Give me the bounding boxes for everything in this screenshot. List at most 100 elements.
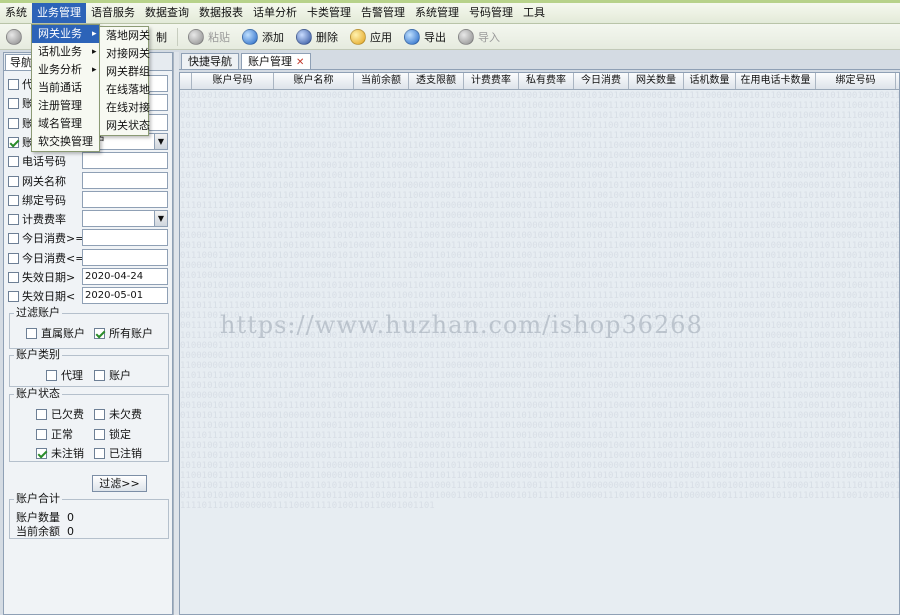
column-header[interactable]: 私有费率	[519, 73, 574, 89]
gateway-menu-item[interactable]: 在线对接	[100, 99, 150, 117]
locked-option[interactable]: 锁定	[94, 426, 131, 442]
all-account-checkbox[interactable]	[94, 327, 105, 339]
filter-row-input[interactable]	[82, 191, 168, 208]
cancelled-checkbox[interactable]	[94, 447, 105, 459]
gateway-menu-item[interactable]: 网关群组	[100, 63, 150, 81]
active-checkbox[interactable]	[36, 447, 47, 459]
column-header[interactable]: 绑定号码	[816, 73, 896, 89]
business-menu-item[interactable]: 域名管理	[32, 115, 99, 133]
menu-item-10[interactable]: 工具	[518, 3, 550, 23]
chevron-down-icon[interactable]: ▼	[154, 134, 167, 149]
filter-row-checkbox[interactable]	[8, 213, 19, 225]
menu-item-8[interactable]: 系统管理	[410, 3, 464, 23]
account-grid: 账户号码 账户名称 当前余额 透支限额 计费费率 私有费率 今日消费 网关数量 话机数量 在用电话…	[179, 72, 900, 615]
import-button[interactable]: 导入	[452, 26, 506, 48]
filter-row-checkbox[interactable]	[8, 97, 19, 109]
current-balance-value: 0	[67, 525, 74, 538]
column-header[interactable]: 录	[896, 73, 899, 89]
menu-item-1[interactable]: 业务管理	[32, 3, 86, 23]
filter-row-checkbox[interactable]	[8, 175, 19, 187]
column-header[interactable]: 话机数量	[684, 73, 736, 89]
column-header[interactable]: 账户名称	[274, 73, 354, 89]
business-menu-item[interactable]: 注册管理	[32, 97, 99, 115]
menu-item-9[interactable]: 号码管理	[464, 3, 518, 23]
gray-disc-icon	[6, 28, 22, 45]
menu-item-5[interactable]: 话单分析	[248, 3, 302, 23]
filter-row-checkbox[interactable]	[8, 136, 19, 148]
close-icon[interactable]: ✕	[296, 57, 304, 68]
filter-row-input[interactable]	[82, 172, 168, 189]
tab-account-management[interactable]: 账户管理 ✕	[241, 53, 312, 69]
paste-button[interactable]: 粘贴	[182, 26, 236, 48]
all-account-option[interactable]: 所有账户	[94, 325, 153, 341]
filter-row-input[interactable]	[82, 152, 168, 169]
account-type-group: 账户类别 代理 账户	[9, 349, 169, 387]
business-menu-item[interactable]: 当前通话	[32, 79, 99, 97]
business-menu-item[interactable]: 网关业务 ▸	[32, 25, 99, 43]
column-header[interactable]: 透支限额	[409, 73, 464, 89]
add-button[interactable]: 添加	[236, 26, 290, 48]
delete-button[interactable]: 删除	[290, 26, 344, 48]
menu-item-0[interactable]: 系统	[0, 3, 32, 23]
filter-row-checkbox[interactable]	[8, 232, 19, 244]
account-option[interactable]: 账户	[94, 367, 131, 383]
copy-button[interactable]: 制	[150, 26, 173, 48]
menu-item-6[interactable]: 卡类管理	[302, 3, 356, 23]
business-menu-item[interactable]: 业务分析 ▸	[32, 61, 99, 79]
gateway-menu-item[interactable]: 对接网关	[100, 45, 150, 63]
no-arrears-option[interactable]: 未欠费	[94, 406, 142, 422]
filter-button[interactable]: 过滤>>	[92, 475, 147, 492]
column-header[interactable]: 今日消费	[574, 73, 629, 89]
tab-quick-navigation[interactable]: 快捷导航	[181, 53, 239, 69]
business-dropdown: 网关业务 ▸ 话机业务 ▸ 业务分析 ▸ 当前通话 注册管理域名管理软交换管理	[31, 24, 100, 152]
filter-row-checkbox[interactable]	[8, 271, 19, 283]
filter-row-input[interactable]	[82, 249, 168, 266]
delete-icon	[296, 28, 312, 45]
export-button[interactable]: 导出	[398, 26, 452, 48]
active-option[interactable]: 未注销	[36, 445, 84, 461]
column-header[interactable]: 网关数量	[629, 73, 684, 89]
filter-row-input[interactable]: 2020-04-24	[82, 268, 168, 285]
menu-item-7[interactable]: 告警管理	[356, 3, 410, 23]
arrears-checkbox[interactable]	[36, 408, 47, 420]
column-header[interactable]: 当前余额	[354, 73, 409, 89]
account-summary-title: 账户合计	[14, 492, 62, 505]
locked-checkbox[interactable]	[94, 428, 105, 440]
normal-option[interactable]: 正常	[36, 426, 73, 442]
business-menu-item[interactable]: 话机业务 ▸	[32, 43, 99, 61]
filter-row-input[interactable]: 2020-05-01	[82, 287, 168, 304]
account-checkbox[interactable]	[94, 369, 105, 381]
agent-option[interactable]: 代理	[46, 367, 83, 383]
filter-row-checkbox[interactable]	[8, 78, 19, 90]
no-arrears-checkbox[interactable]	[94, 408, 105, 420]
import-icon	[458, 28, 474, 45]
filter-row-checkbox[interactable]	[8, 290, 19, 302]
filter-row-input[interactable]	[82, 229, 168, 246]
toolbar-disabled-button[interactable]	[0, 26, 32, 48]
agent-checkbox[interactable]	[46, 369, 57, 381]
column-header[interactable]: 计费费率	[464, 73, 519, 89]
apply-button[interactable]: 应用	[344, 26, 398, 48]
cancelled-option[interactable]: 已注销	[94, 445, 142, 461]
menu-item-4[interactable]: 数据报表	[194, 3, 248, 23]
column-header[interactable]: 在用电话卡数量	[736, 73, 816, 89]
business-menu-item[interactable]: 软交换管理	[32, 133, 99, 151]
column-header[interactable]: 账户号码	[192, 73, 274, 89]
direct-account-checkbox[interactable]	[26, 327, 37, 339]
menu-item-2[interactable]: 语音服务	[86, 3, 140, 23]
gateway-menu-item[interactable]: 落地网关	[100, 27, 150, 45]
filter-row-select[interactable]: ▼	[82, 210, 168, 227]
filter-row-checkbox[interactable]	[8, 155, 19, 167]
arrears-option[interactable]: 已欠费	[36, 406, 84, 422]
business-menu-item-label: 域名管理	[38, 117, 82, 130]
filter-row-checkbox[interactable]	[8, 252, 19, 264]
gateway-menu-item[interactable]: 网关状态	[100, 117, 150, 135]
filter-row-checkbox[interactable]	[8, 194, 19, 206]
gateway-menu-item[interactable]: 在线落地	[100, 81, 150, 99]
direct-account-option[interactable]: 直属账户	[26, 325, 85, 341]
menu-item-3[interactable]: 数据查询	[140, 3, 194, 23]
filter-row-checkbox[interactable]	[8, 117, 19, 129]
paste-label: 粘贴	[208, 30, 230, 44]
chevron-down-icon[interactable]: ▼	[154, 211, 167, 226]
normal-checkbox[interactable]	[36, 428, 47, 440]
